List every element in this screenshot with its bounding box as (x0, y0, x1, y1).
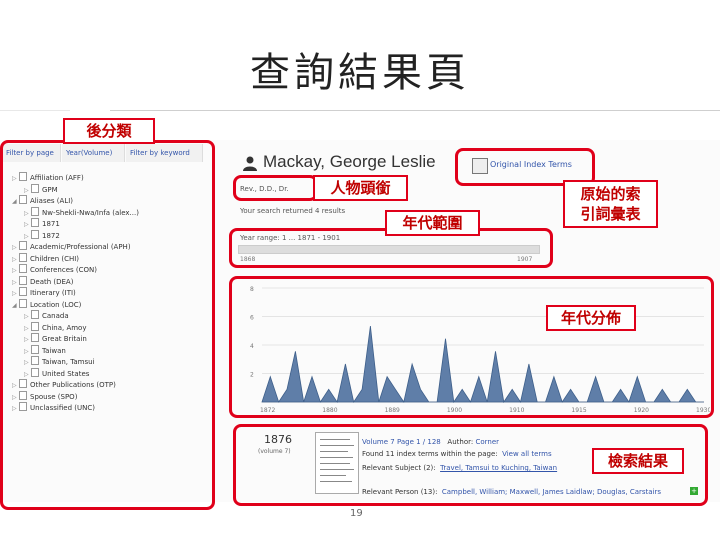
post-classify-label: 後分類 (63, 118, 155, 144)
title-divider (110, 110, 720, 111)
year-distribution-box (229, 276, 714, 418)
page-number: 19 (350, 508, 363, 519)
post-classify-box (0, 140, 215, 510)
person-header-box (233, 175, 318, 201)
person-name: Mackay, George Leslie (263, 152, 436, 171)
person-header-label: 人物頭銜 (313, 175, 408, 201)
search-results-label: 檢索結果 (592, 448, 684, 474)
original-index-label: 原始的索 引詞彙表 (563, 180, 658, 228)
title-divider-left (0, 110, 70, 111)
year-range-label: 年代範圍 (385, 210, 480, 236)
person-icon (243, 156, 257, 171)
result-count: Your search returned 4 results (240, 207, 346, 215)
year-distribution-label: 年代分佈 (546, 305, 636, 331)
slide-title: 查詢結果頁 (250, 50, 470, 96)
